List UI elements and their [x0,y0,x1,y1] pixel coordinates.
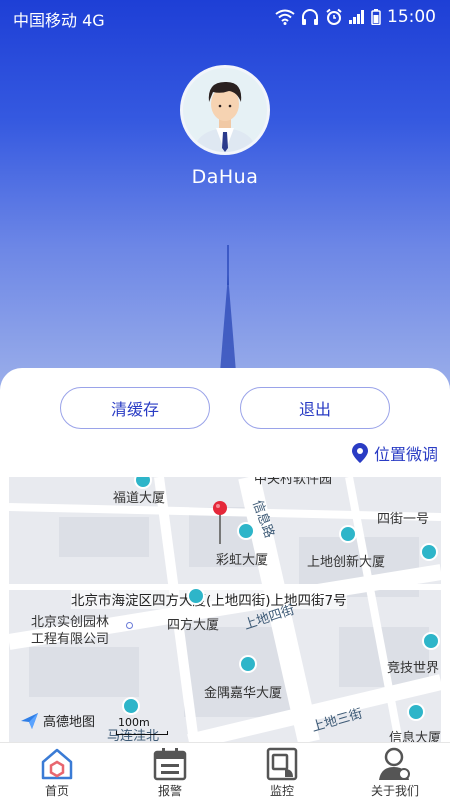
poi-marker-jingji[interactable] [422,632,440,650]
map-label-jingji: 竞技世界 [387,661,440,676]
headphones-icon [302,9,318,25]
user-portrait-icon [183,68,267,152]
map-label-jinyu: 金隅嘉华大厦 [204,686,283,701]
status-bar: 中国移动 4G 15:00 [0,0,450,34]
poi-marker-right[interactable] [420,543,438,561]
poi-marker-bottom-left[interactable] [122,697,140,715]
map-location-pin[interactable] [212,500,228,544]
map-label-shiji-line2: 工程有限公司 [31,632,110,647]
signal-icon [349,10,364,24]
home-icon [41,748,73,780]
poi-marker-caihong[interactable] [237,522,255,540]
amap-logo-icon [21,712,38,729]
alarm-clock-icon [326,8,342,25]
map-scale-bar [116,731,168,735]
location-adjust-label: 位置微调 [373,445,438,464]
tab-about-label: 关于我们 [370,784,419,798]
tab-home-label: 首页 [44,784,69,798]
map-label-caihong: 彩虹大厦 [216,553,269,568]
tab-monitor-label: 监控 [269,784,294,798]
tab-monitor[interactable]: 监控 [237,743,327,800]
poi-marker-sifang[interactable] [187,587,205,605]
small-dot-marker [126,622,133,629]
tab-about[interactable]: 关于我们 [350,743,440,800]
clock-time: 15:00 [387,7,436,27]
tower-silhouette [219,245,237,385]
hero-background [0,0,450,400]
tab-alarm[interactable]: 报警 [125,743,215,800]
map-logo: 高德地图 [20,711,95,730]
map-label-fudao: 福道大厦 [113,491,166,506]
logout-button[interactable]: 退出 [240,387,390,429]
map-address-label: 北京市海淀区四方大厦(上地四街)上地四街7号 [71,589,347,609]
calendar-icon [153,748,187,781]
poi-marker-jinyu[interactable] [239,655,257,673]
map-label-sifang: 四方大厦 [167,618,220,633]
carrier-label: 中国移动 4G [13,11,105,30]
status-icons: 15:00 [275,7,436,27]
person-icon [379,747,410,780]
avatar[interactable] [180,65,270,155]
map-label-top-clip: 中关村软件园 [254,477,333,487]
map-label-sijieyi: 四街一号 [377,512,430,527]
battery-icon [371,9,381,25]
wifi-icon [275,9,295,25]
tab-alarm-label: 报警 [157,784,182,798]
map-label-xinxi-dasha: 信息大厦 [389,731,441,742]
map-logo-text: 高德地图 [43,715,96,730]
tab-home[interactable]: 首页 [12,743,102,800]
poi-marker-chuangxin[interactable] [339,525,357,543]
username: DaHua [191,166,259,188]
clear-cache-button[interactable]: 清缓存 [60,387,210,429]
poi-marker-bottom-right[interactable] [407,703,425,721]
monitor-icon [266,747,298,781]
location-adjust-link[interactable]: 位置微调 [351,441,438,465]
map-scale-label: 100m [118,716,150,729]
location-pin-icon [351,443,368,463]
bottom-tab-bar: 首页 报警 监控 关于我们 [0,742,450,800]
map-label-chuangxin: 上地创新大厦 [307,555,386,570]
